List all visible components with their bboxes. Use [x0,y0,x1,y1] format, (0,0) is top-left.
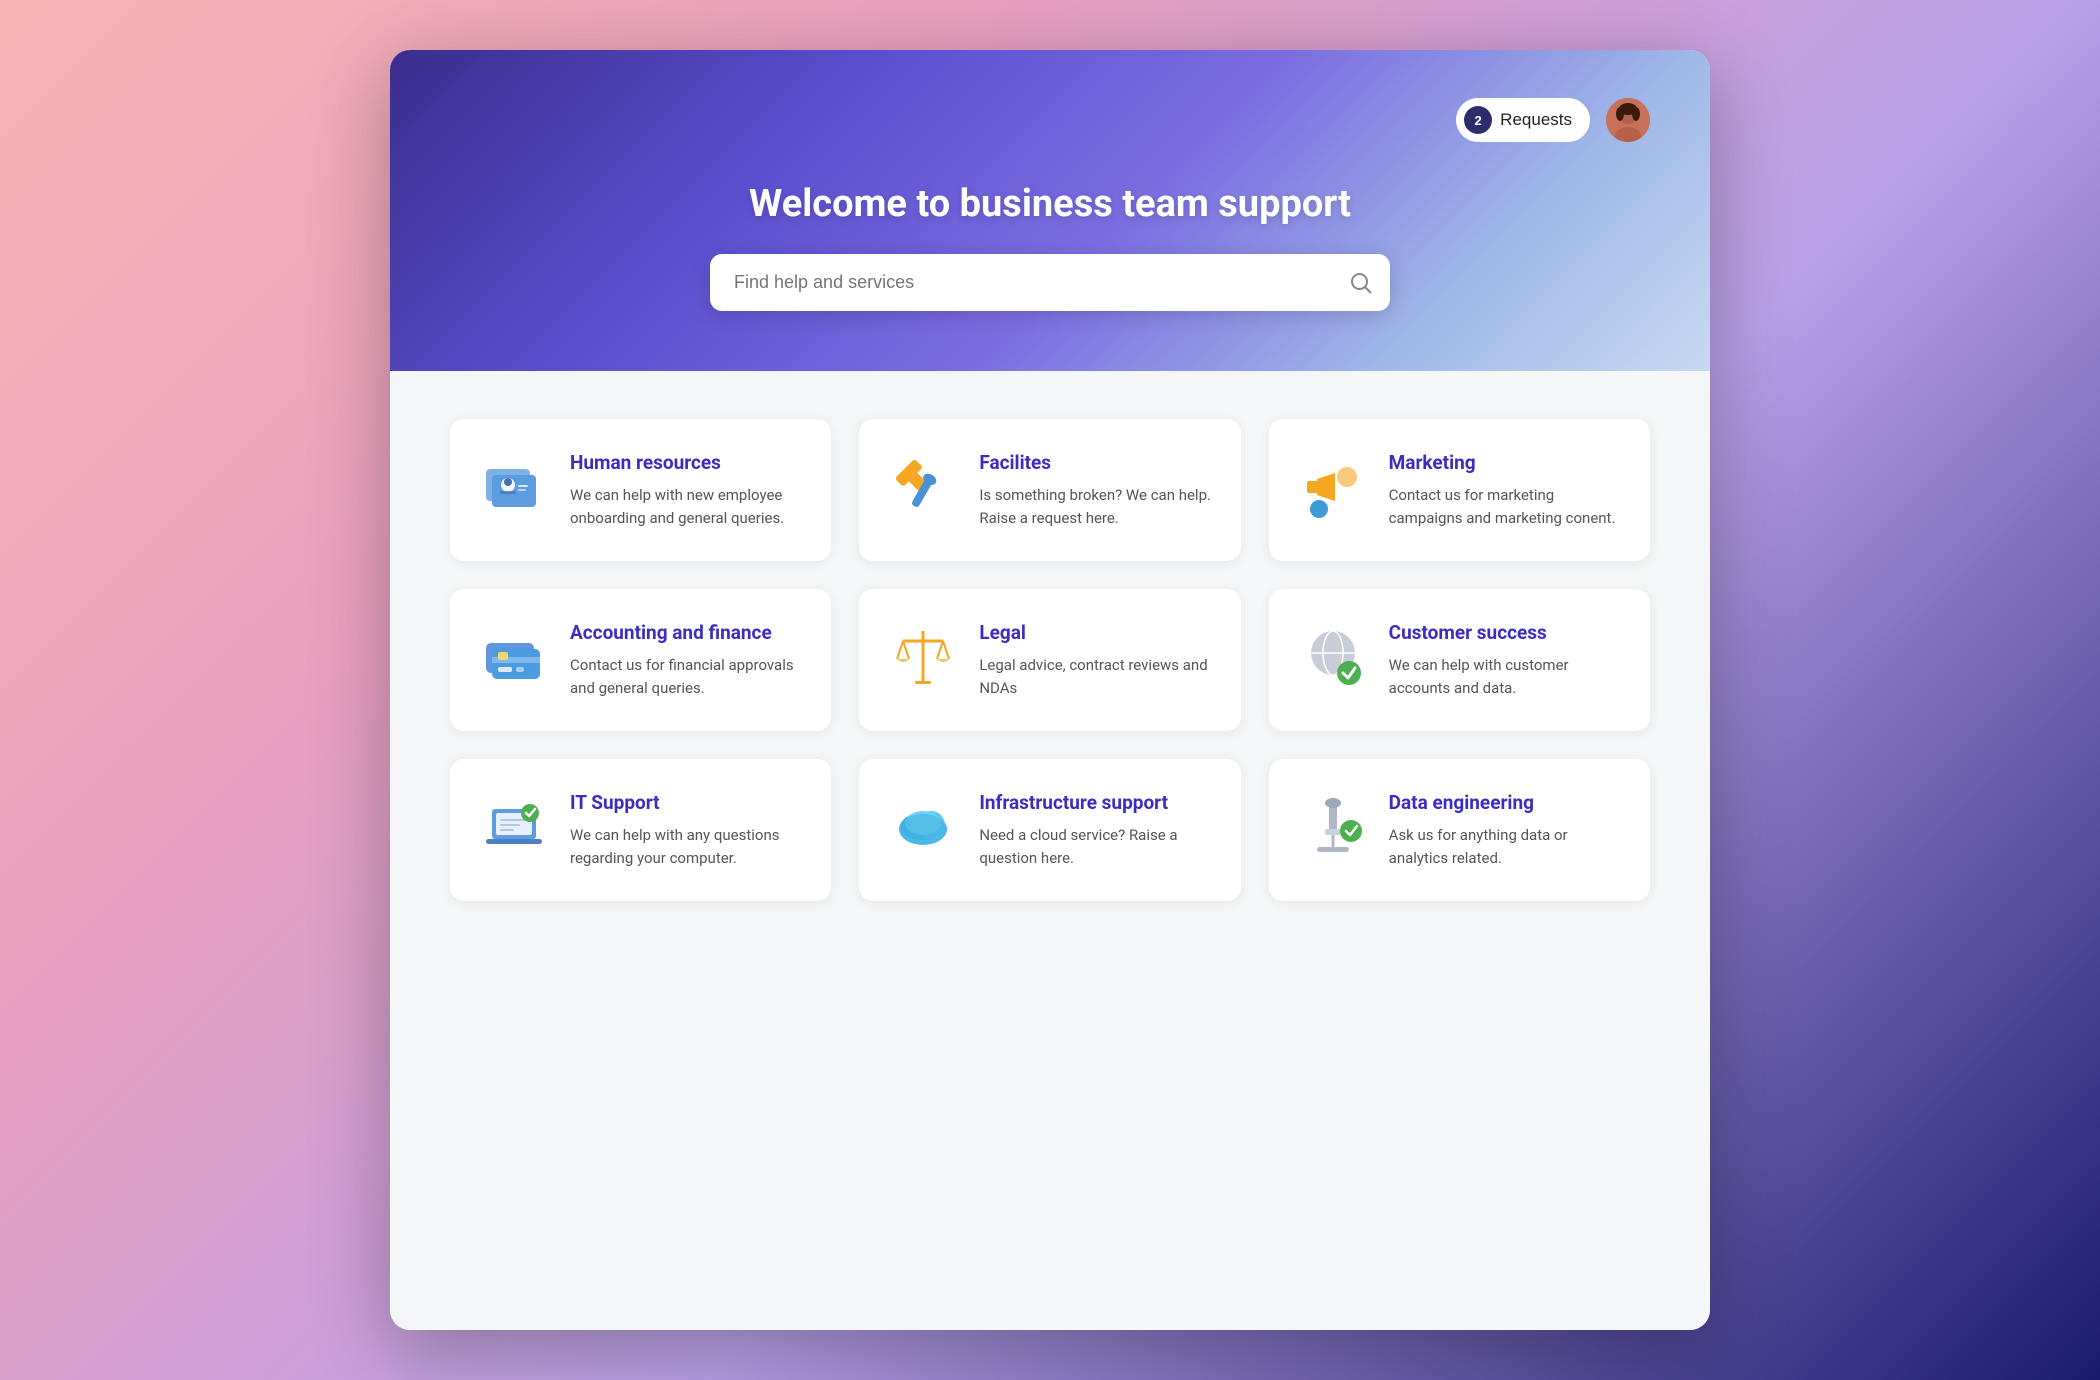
card-accounting-text: Accounting and finance Contact us for fi… [570,621,803,699]
scales-icon [887,621,959,693]
card-marketing-desc: Contact us for marketing campaigns and m… [1389,484,1622,529]
card-hr-desc: We can help with new employee onboarding… [570,484,803,529]
card-facilities-desc: Is something broken? We can help. Raise … [979,484,1212,529]
requests-label: Requests [1500,110,1572,130]
search-container [710,254,1390,311]
card-accounting[interactable]: Accounting and finance Contact us for fi… [450,589,831,731]
card-customer-desc: We can help with customer accounts and d… [1389,654,1622,699]
card-hr-text: Human resources We can help with new emp… [570,451,803,529]
app-frame: 2 Requests Welcome to business team supp… [390,50,1710,1330]
customer-icon [1297,621,1369,693]
card-accounting-desc: Contact us for financial approvals and g… [570,654,803,699]
laptop-icon [478,791,550,863]
main-content: Human resources We can help with new emp… [390,371,1710,1330]
card-data-desc: Ask us for anything data or analytics re… [1389,824,1622,869]
card-marketing-title: Marketing [1389,451,1622,474]
card-infra-desc: Need a cloud service? Raise a question h… [979,824,1212,869]
card-infrastructure[interactable]: Infrastructure support Need a cloud serv… [859,759,1240,901]
hr-icon [478,451,550,523]
requests-badge: 2 [1464,106,1492,134]
card-legal-desc: Legal advice, contract reviews and NDAs [979,654,1212,699]
card-customer-success[interactable]: Customer success We can help with custom… [1269,589,1650,731]
card-data-engineering[interactable]: Data engineering Ask us for anything dat… [1269,759,1650,901]
megaphone-icon [1297,451,1369,523]
avatar[interactable] [1606,98,1650,142]
hero-section: 2 Requests Welcome to business team supp… [390,50,1710,371]
cloud-icon [887,791,959,863]
card-infra-title: Infrastructure support [979,791,1212,814]
card-legal[interactable]: Legal Legal advice, contract reviews and… [859,589,1240,731]
card-it-title: IT Support [570,791,803,814]
card-it-text: IT Support We can help with any question… [570,791,803,869]
card-hr-title: Human resources [570,451,803,474]
card-facilities-text: Facilites Is something broken? We can he… [979,451,1212,529]
card-customer-title: Customer success [1389,621,1622,644]
card-data-title: Data engineering [1389,791,1622,814]
microscope-icon [1297,791,1369,863]
search-icon [1350,272,1372,294]
card-legal-text: Legal Legal advice, contract reviews and… [979,621,1212,699]
card-marketing-text: Marketing Contact us for marketing campa… [1389,451,1622,529]
card-facilities[interactable]: Facilites Is something broken? We can he… [859,419,1240,561]
tools-icon [887,451,959,523]
top-bar: 2 Requests [450,98,1650,142]
card-customer-text: Customer success We can help with custom… [1389,621,1622,699]
card-facilities-title: Facilites [979,451,1212,474]
requests-button[interactable]: 2 Requests [1456,98,1590,142]
cards-grid: Human resources We can help with new emp… [450,419,1650,901]
card-data-text: Data engineering Ask us for anything dat… [1389,791,1622,869]
card-it-support[interactable]: IT Support We can help with any question… [450,759,831,901]
card-human-resources[interactable]: Human resources We can help with new emp… [450,419,831,561]
card-icon [478,621,550,693]
card-accounting-title: Accounting and finance [570,621,803,644]
page-title: Welcome to business team support [450,182,1650,226]
search-input[interactable] [710,254,1390,311]
card-it-desc: We can help with any questions regarding… [570,824,803,869]
card-marketing[interactable]: Marketing Contact us for marketing campa… [1269,419,1650,561]
card-infra-text: Infrastructure support Need a cloud serv… [979,791,1212,869]
card-legal-title: Legal [979,621,1212,644]
